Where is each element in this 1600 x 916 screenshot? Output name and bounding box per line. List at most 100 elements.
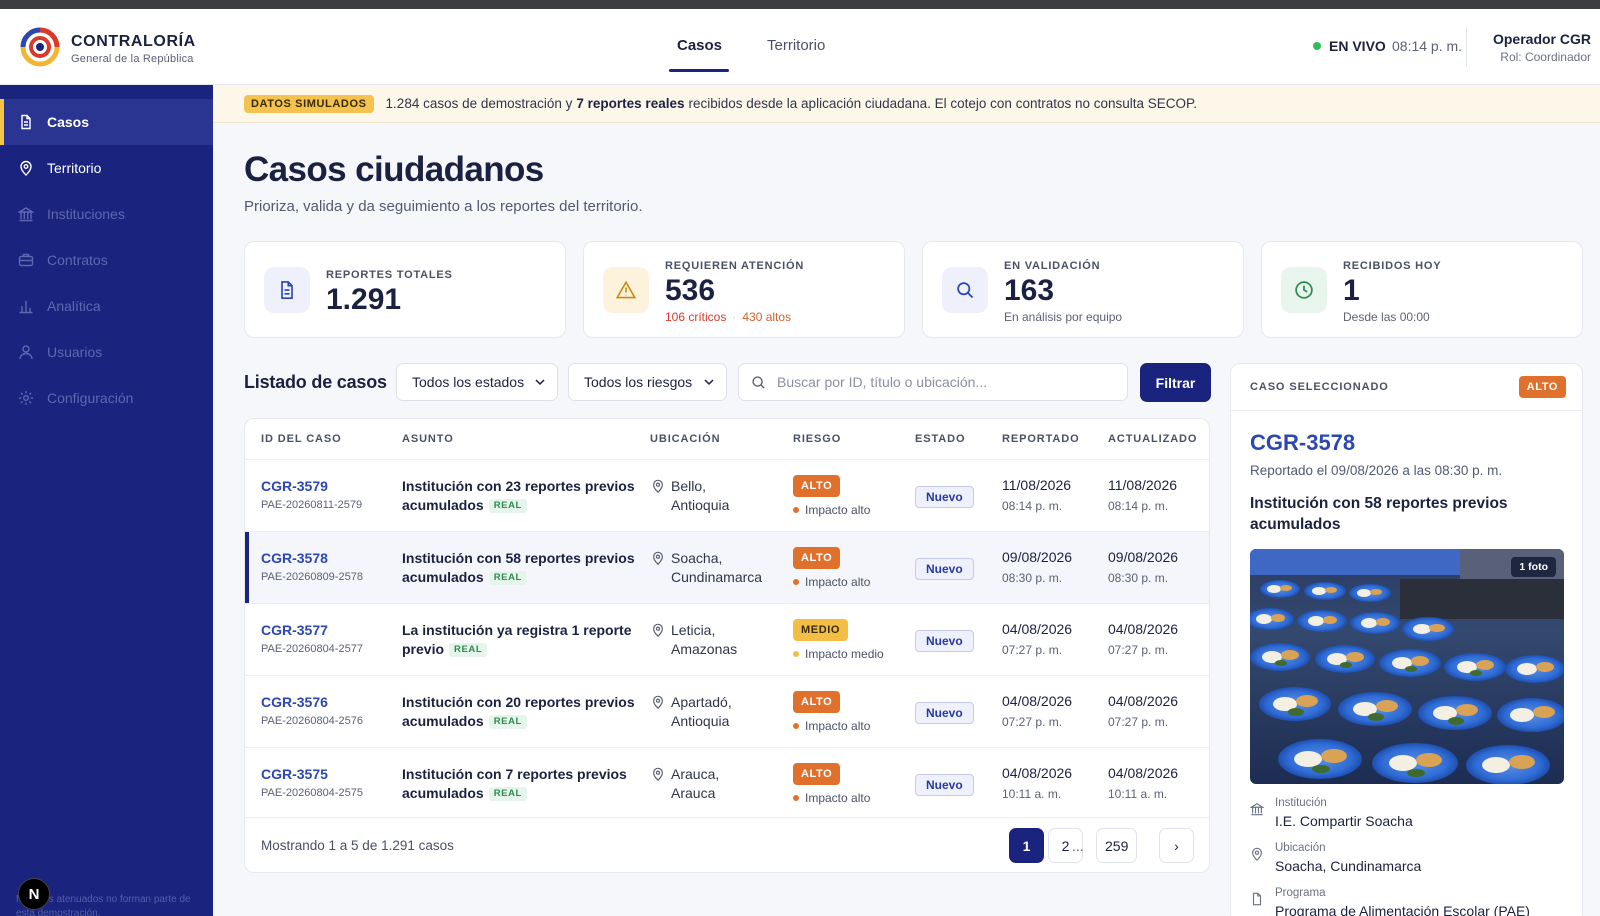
brand-subtitle: General de la República <box>71 53 194 65</box>
risk-badge: MEDIO <box>793 619 849 641</box>
real-tag: REAL <box>449 643 488 657</box>
stat-label: RECIBIDOS HOY <box>1343 260 1442 272</box>
stat-note: Desde las 00:00 <box>1343 310 1430 324</box>
column-header[interactable]: UBICACIÓN <box>650 433 720 445</box>
table-row[interactable]: CGR-3575 PAE-20260804-2575 Institución c… <box>245 747 1209 819</box>
column-header[interactable]: REPORTADO <box>1002 433 1080 445</box>
table-row[interactable]: CGR-3576 PAE-20260804-2576 Institución c… <box>245 675 1209 747</box>
case-ref: PAE-20260809-2578 <box>261 571 363 583</box>
case-photo[interactable]: 1 foto <box>1250 549 1564 784</box>
location-region: Cundinamarca <box>671 569 763 585</box>
impact-label: Impacto medio <box>793 647 884 661</box>
map-pin-icon <box>653 551 663 565</box>
case-subject: Institución con 58 reportes previos acum… <box>402 549 637 587</box>
document-icon <box>21 114 31 130</box>
case-id-link[interactable]: CGR-3577 <box>261 622 328 638</box>
table-row[interactable]: CGR-3579 PAE-20260811-2579 Institución c… <box>245 459 1209 531</box>
case-location: Soacha, Cundinamarca <box>671 549 762 587</box>
column-header[interactable]: ASUNTO <box>402 433 454 445</box>
real-tag: REAL <box>488 499 527 513</box>
reported-date: 11/08/2026 <box>1002 477 1072 493</box>
reported-date: 04/08/2026 <box>1002 621 1073 637</box>
sidebar-item-instituciones[interactable]: Instituciones <box>0 191 213 237</box>
banner-text-b: recibidos desde la aplicación ciudadana.… <box>688 96 1198 111</box>
risk-badge: ALTO <box>793 691 841 713</box>
impact-text: Impacto alto <box>805 503 871 517</box>
sidebar-item-territorio[interactable]: Territorio <box>0 145 213 191</box>
case-location: Apartadó, Antioquia <box>671 693 732 731</box>
stat-note: En análisis por equipo <box>1004 310 1123 324</box>
next-page-button[interactable]: › <box>1159 828 1194 863</box>
program-value: Programa de Alimentación Escolar (PAE) <box>1275 903 1530 916</box>
sidebar-item-label: Territorio <box>47 160 102 176</box>
operator-name[interactable]: Operador CGR <box>1493 31 1591 47</box>
sidebar-item-analitica[interactable]: Analítica <box>0 283 213 329</box>
sidebar-item-casos[interactable]: Casos <box>0 99 213 145</box>
location-label: Ubicación <box>1275 842 1326 854</box>
location-city: Leticia, <box>671 622 716 638</box>
location-city: Arauca, <box>671 766 720 782</box>
impact-label: Impacto alto <box>793 503 870 517</box>
window-top-strip <box>0 0 1600 9</box>
table-row[interactable]: CGR-3577 PAE-20260804-2577 La institució… <box>245 603 1209 675</box>
column-header[interactable]: ESTADO <box>915 433 965 445</box>
dev-badge[interactable]: N <box>18 878 50 910</box>
state-filter-select[interactable]: Todos los estados <box>396 363 558 401</box>
status-badge: Nuevo <box>915 774 974 796</box>
column-header[interactable]: ID DEL CASO <box>261 433 342 445</box>
location-region: Antioquia <box>671 497 730 513</box>
tab-casos[interactable]: Casos <box>677 37 722 54</box>
table-row-selected[interactable]: CGR-3578 PAE-20260809-2578 Institución c… <box>245 531 1209 604</box>
page-button-last[interactable]: 259 <box>1096 828 1138 863</box>
impact-text: Impacto alto <box>805 575 871 589</box>
impact-label: Impacto alto <box>793 575 870 589</box>
case-ref: PAE-20260811-2579 <box>261 499 363 511</box>
case-id-link[interactable]: CGR-3578 <box>261 550 328 566</box>
sidebar-item-configuracion[interactable]: Configuración <box>0 375 213 421</box>
stat-card-validation: EN VALIDACIÓN 163 En análisis por equipo <box>922 241 1244 338</box>
column-header[interactable]: ACTUALIZADO <box>1108 433 1197 445</box>
chevron-down-icon <box>704 379 714 386</box>
filter-button[interactable]: Filtrar <box>1140 363 1211 402</box>
program-label: Programa <box>1275 887 1326 899</box>
table-footer: Mostrando 1 a 5 de 1.291 casos 1 2 ... 2… <box>245 817 1209 872</box>
sidebar-item-label: Configuración <box>47 390 134 406</box>
page-button-1[interactable]: 1 <box>1009 828 1044 863</box>
banner-text-bold: 7 reportes reales <box>576 96 685 111</box>
tab-territorio[interactable]: Territorio <box>767 37 825 54</box>
map-pin-icon <box>653 695 663 709</box>
selected-case-reported: Reportado el 09/08/2026 a las 08:30 p. m… <box>1250 463 1503 478</box>
case-id-link[interactable]: CGR-3575 <box>261 766 328 782</box>
case-id-link[interactable]: CGR-3579 <box>261 478 328 494</box>
status-badge: Nuevo <box>915 630 974 652</box>
header-divider <box>1466 27 1467 67</box>
stat-label: REQUIEREN ATENCIÓN <box>665 260 805 272</box>
user-icon <box>19 345 33 360</box>
stat-label: REPORTES TOTALES <box>326 269 453 281</box>
risk-filter-select[interactable]: Todos los riesgos <box>568 363 727 401</box>
case-subject: Institución con 7 reportes previos acumu… <box>402 765 637 803</box>
stat-card-total: REPORTES TOTALES 1.291 <box>244 241 566 338</box>
selected-case-id: CGR-3578 <box>1250 430 1356 455</box>
status-badge: Nuevo <box>915 486 974 508</box>
clock-icon <box>1281 267 1327 313</box>
live-time: 08:14 p. m. <box>1392 38 1463 54</box>
updated-time: 10:11 a. m. <box>1108 787 1168 801</box>
reported-time: 07:27 p. m. <box>1002 715 1063 729</box>
sidebar-item-contratos[interactable]: Contratos <box>0 237 213 283</box>
critical-count: 106 críticos <box>665 310 727 324</box>
case-subject-text: La institución ya registra 1 reporte pre… <box>402 622 632 657</box>
column-header[interactable]: RIESGO <box>793 433 841 445</box>
sidebar-item-usuarios[interactable]: Usuarios <box>0 329 213 375</box>
stat-value: 163 <box>1004 274 1055 307</box>
risk-badge: ALTO <box>793 763 841 785</box>
case-ref: PAE-20260804-2575 <box>261 787 363 799</box>
institution-label: Institución <box>1275 797 1327 809</box>
case-id-link[interactable]: CGR-3576 <box>261 694 328 710</box>
location-city: Soacha, <box>671 550 723 566</box>
status-badge: Nuevo <box>915 702 974 724</box>
search-input[interactable] <box>777 364 1122 400</box>
photo-count-badge: 1 foto <box>1511 557 1556 577</box>
briefcase-icon <box>18 253 34 267</box>
live-label: EN VIVO <box>1329 38 1386 54</box>
